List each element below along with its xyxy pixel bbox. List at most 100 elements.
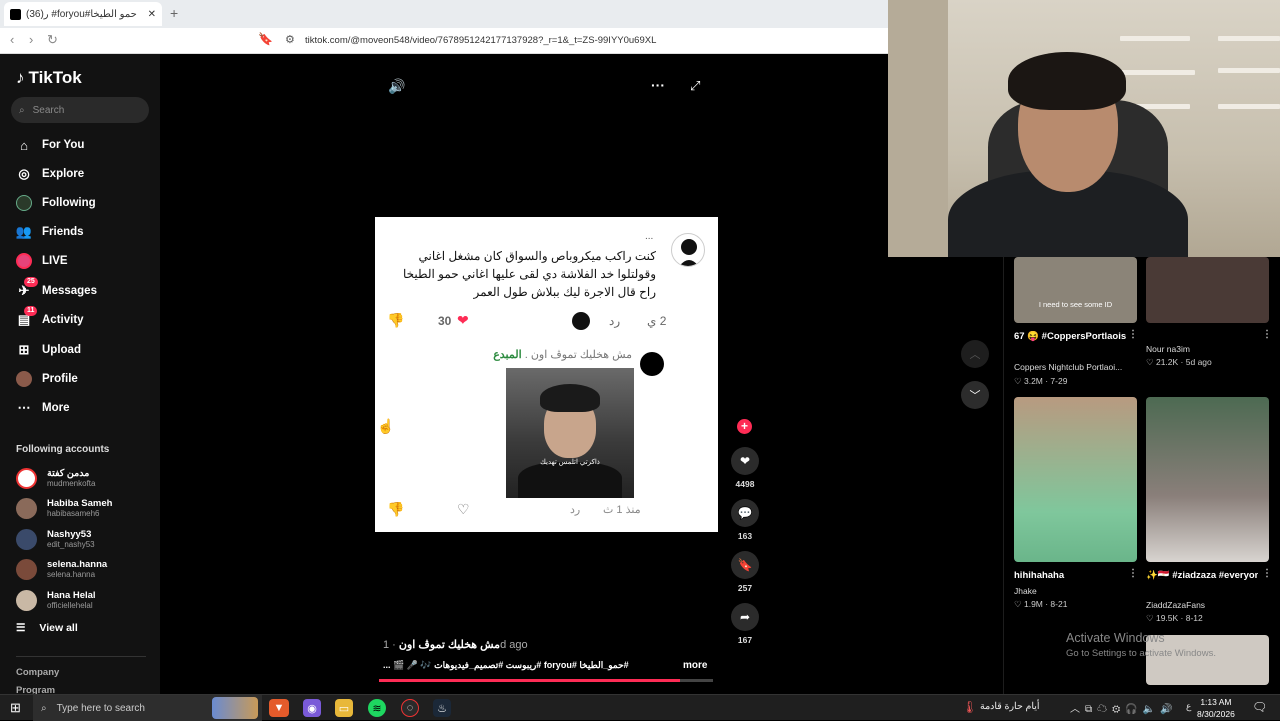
brave-browser-icon[interactable]: ▼ [269, 699, 289, 717]
obs-icon[interactable]: ◌ [401, 699, 419, 717]
account-item[interactable]: selena.hanna selena.hanna [16, 555, 107, 583]
grid-video-stats: ♡ 1.9M · 8-21 [1014, 599, 1068, 609]
forward-icon[interactable]: › [29, 32, 33, 47]
account-handle: edit_nashy53 [47, 540, 95, 549]
video-progress-bar[interactable] [379, 679, 713, 682]
grid-video-title[interactable]: ✨🇪🇬 #ziadzaza #everyone🪄 [1146, 570, 1258, 581]
file-explorer-icon[interactable]: ▭ [335, 699, 353, 717]
grid-video-author[interactable]: Coppers Nightclub Portlaoi... [1014, 362, 1137, 372]
new-tab-button[interactable]: + [170, 5, 178, 21]
tiktok-favicon-icon [10, 8, 21, 20]
video-thumbnail[interactable] [1014, 397, 1137, 562]
back-icon[interactable]: ‹ [10, 32, 14, 47]
activate-windows-title: Activate Windows [1066, 631, 1165, 645]
close-tab-icon[interactable]: ✕ [148, 9, 156, 20]
nav-for-you[interactable]: ⌂ For You [16, 132, 84, 158]
account-item[interactable]: Habiba Sameh habibasameh6 [16, 494, 112, 522]
weather-text[interactable]: أيام حارة قادمة [980, 701, 1040, 712]
input-language[interactable]: ع [1186, 701, 1191, 712]
video-thumbnail[interactable] [1146, 257, 1269, 323]
save-action[interactable]: 🔖 257 [731, 551, 759, 593]
profile-icon [16, 371, 32, 387]
video-menu-icon[interactable]: ⋮ [1128, 568, 1138, 579]
chevron-up-icon: ︿ [969, 349, 981, 361]
more-button[interactable]: more [683, 660, 707, 671]
chevron-down-icon: ﹀ [969, 390, 981, 402]
account-item[interactable]: مدمن كفتة mudmenkofta [16, 464, 95, 492]
grid-video-author[interactable]: ZiaddZazaFans [1146, 600, 1269, 610]
fullscreen-icon[interactable]: ⤢ [690, 78, 700, 94]
video-frame[interactable]: ... كنت راكب ميكروباص والسواق كان مشغل ا… [375, 217, 718, 532]
comment-age: 2 ي [647, 314, 667, 328]
volume-icon[interactable]: 🔊 [388, 78, 405, 95]
video-menu-icon[interactable]: ⋮ [1262, 568, 1272, 579]
browser-tab[interactable]: حمو الطيخا#foryou# ر(36) ✕ [4, 2, 162, 26]
spotify-icon[interactable]: ≋ [368, 699, 386, 717]
thumbnail-caption: ذاكرتي اتلمس تهديك [540, 459, 600, 466]
video-menu-icon[interactable]: ⋮ [1262, 329, 1272, 340]
view-all-link[interactable]: ☰ View all [16, 622, 78, 634]
grid-video-title[interactable]: hihihahaha [1014, 570, 1126, 581]
comment-action[interactable]: 💬 163 [731, 499, 759, 541]
share-action[interactable]: ➦ 167 [731, 603, 759, 645]
compass-icon: ◎ [18, 166, 30, 181]
webcam-overlay [888, 0, 1280, 257]
steam-icon[interactable]: ♨ [433, 699, 451, 717]
account-handle: mudmenkofta [47, 479, 96, 488]
video-hashtags[interactable]: #حمو_الطيخا #foryou #ريبوست #تصميم_فيديو… [383, 660, 653, 671]
site-info-icon[interactable]: ⚙ [285, 33, 295, 46]
nav-messages[interactable]: ✈ 25 Messages [16, 277, 97, 304]
video-title-text: مش هخليك تموڤ اون [398, 639, 501, 651]
nav-label: Profile [42, 373, 78, 385]
search-highlight-icon[interactable] [212, 697, 258, 719]
nav-profile[interactable]: Profile [16, 366, 78, 392]
notification-icon[interactable]: 🗨 [1252, 700, 1267, 714]
company-link[interactable]: Company [16, 667, 59, 678]
system-tray[interactable]: ︿⧉☁⚙🎧🔈🔊 [1070, 700, 1178, 715]
tiktok-sidebar: ♪ TikTok ⌕ Search ⌂ For You ◎ Explore Fo… [0, 54, 160, 700]
reply-text: مش هخليك تموڤ اون . [524, 349, 632, 361]
nav-more[interactable]: ⋯ More [16, 395, 70, 421]
nav-upload[interactable]: ⊞ Upload [16, 337, 81, 363]
nav-activity[interactable]: ▤ 11 Activity [16, 306, 84, 333]
nav-friends[interactable]: 👥 Friends [16, 219, 84, 245]
video-title: مش هخليك تموڤ اون · 1d ago [383, 638, 528, 651]
reply-label: رد [570, 504, 581, 516]
nav-label: Explore [42, 168, 85, 180]
activity-icon: ▤ 11 [16, 306, 38, 328]
nav-following[interactable]: Following [16, 190, 96, 216]
video-options-icon[interactable]: ··· [651, 77, 665, 93]
next-video-button[interactable]: ﹀ [961, 381, 989, 409]
video-thumbnail[interactable] [1146, 397, 1269, 562]
nav-label: Following [42, 197, 96, 209]
video-menu-icon[interactable]: ⋮ [1128, 329, 1138, 340]
url-field[interactable]: tiktok.com/@moveon548/video/767895124217… [305, 35, 656, 46]
follow-plus-button[interactable]: + [737, 419, 752, 434]
avatar [16, 497, 37, 519]
nav-live[interactable]: LIVE [16, 248, 68, 274]
bookmark-icon: 🔖 [731, 551, 759, 579]
video-thumbnail[interactable]: I need to see some ID [1014, 257, 1137, 323]
grid-video-title[interactable]: 67 😝 #CoppersPortlaoise... [1014, 331, 1126, 342]
windows-start-icon[interactable]: ⊞ [10, 700, 21, 716]
reply-actions-row: 👎 ♡ رد منذ 1 ث [387, 501, 708, 521]
commenter-avatar [671, 233, 705, 267]
search-input[interactable]: ⌕ Search [11, 97, 149, 123]
grid-video-author[interactable]: Jhake [1014, 586, 1137, 596]
grid-video-author[interactable]: Nour na3im [1146, 344, 1269, 354]
account-item[interactable]: Nashyy53 edit_nashy53 [16, 525, 95, 553]
like-action[interactable]: ❤ 4498 [731, 447, 759, 489]
previous-video-button[interactable]: ︿ [961, 340, 989, 368]
bookmark-icon[interactable]: 🔖 [258, 32, 273, 46]
creator-avatar [572, 312, 590, 330]
account-item[interactable]: Hana Helal officiellehelal [16, 586, 96, 614]
account-handle: selena.hanna [47, 570, 96, 579]
app-icon[interactable]: ◉ [303, 699, 321, 717]
tiktok-logo[interactable]: ♪ TikTok [16, 68, 82, 88]
nav-explore[interactable]: ◎ Explore [16, 161, 84, 187]
reload-icon[interactable]: ↻ [47, 32, 58, 48]
save-count: 257 [737, 583, 753, 593]
clock[interactable]: 1:13 AM 8/30/2026 [1197, 696, 1235, 720]
upload-icon: ⊞ [18, 342, 30, 357]
dislike-icon: 👎 [387, 501, 405, 517]
